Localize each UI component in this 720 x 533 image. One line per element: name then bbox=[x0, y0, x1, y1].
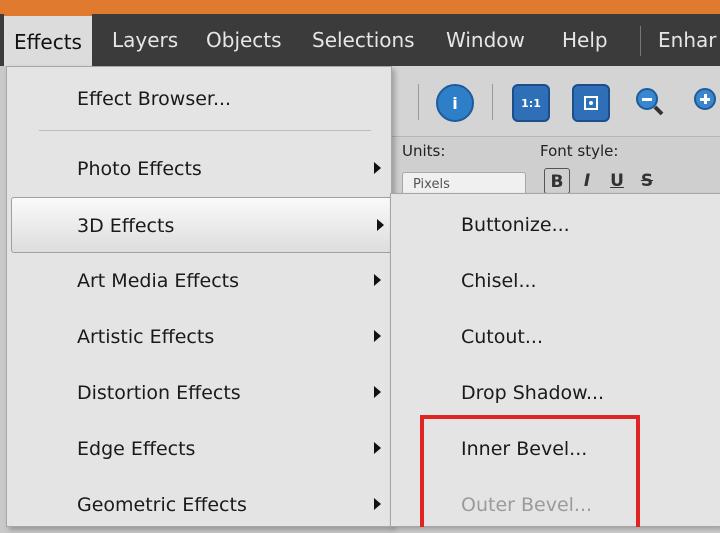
bold-button[interactable]: B bbox=[544, 168, 570, 194]
menu-item-label: Art Media Effects bbox=[77, 270, 239, 292]
menu-objects[interactable]: Objects bbox=[206, 14, 282, 66]
menu-item-geometric-effects[interactable]: Geometric Effects bbox=[7, 477, 391, 533]
submenu-item-buttonize[interactable]: Buttonize... bbox=[391, 197, 720, 253]
submenu-item-label: Chisel... bbox=[461, 270, 537, 292]
font-style-label: Font style: bbox=[540, 142, 619, 160]
menu-window[interactable]: Window bbox=[446, 14, 525, 66]
menu-item-artistic-effects[interactable]: Artistic Effects bbox=[7, 309, 391, 365]
menu-help[interactable]: Help bbox=[562, 14, 608, 66]
menu-item-label: Edge Effects bbox=[77, 438, 196, 460]
effects-menu: Effect Browser... Photo Effects 3D Effec… bbox=[6, 66, 395, 527]
italic-button[interactable]: I bbox=[574, 168, 600, 194]
submenu-arrow-icon bbox=[374, 386, 381, 398]
menu-item-label: Geometric Effects bbox=[77, 494, 247, 516]
menu-item-effect-browser[interactable]: Effect Browser... bbox=[7, 71, 391, 127]
menu-layers[interactable]: Layers bbox=[112, 14, 178, 66]
menu-selections[interactable]: Selections bbox=[312, 14, 415, 66]
strikethrough-button[interactable]: S bbox=[634, 168, 660, 194]
submenu-item-label: Cutout... bbox=[461, 326, 543, 348]
zoom-in-icon[interactable] bbox=[690, 84, 720, 118]
submenu-item-cutout[interactable]: Cutout... bbox=[391, 309, 720, 365]
menu-item-label: Distortion Effects bbox=[77, 382, 241, 404]
submenu-item-label: Buttonize... bbox=[461, 214, 570, 236]
zoom-out-icon[interactable] bbox=[632, 84, 666, 118]
menu-bar: Effects Layers Objects Selections Window… bbox=[0, 14, 720, 66]
submenu-arrow-icon bbox=[377, 219, 384, 231]
menu-item-distortion-effects[interactable]: Distortion Effects bbox=[7, 365, 391, 421]
units-label: Units: bbox=[402, 142, 446, 160]
toolbar-separator bbox=[492, 84, 493, 120]
menu-divider bbox=[39, 130, 371, 131]
submenu-arrow-icon bbox=[374, 330, 381, 342]
menubar-separator bbox=[640, 26, 641, 56]
menu-item-label: Artistic Effects bbox=[77, 326, 215, 348]
fit-window-icon[interactable] bbox=[572, 84, 610, 122]
menu-item-label: Effect Browser... bbox=[77, 88, 232, 110]
submenu-arrow-icon bbox=[374, 274, 381, 286]
submenu-arrow-icon bbox=[374, 498, 381, 510]
menu-item-3d-effects[interactable]: 3D Effects bbox=[11, 197, 395, 253]
menu-item-photo-effects[interactable]: Photo Effects bbox=[7, 141, 391, 197]
menu-item-label: Photo Effects bbox=[77, 158, 202, 180]
menu-item-label: 3D Effects bbox=[77, 215, 175, 237]
menu-item-art-media-effects[interactable]: Art Media Effects bbox=[7, 253, 391, 309]
underline-button[interactable]: U bbox=[604, 168, 630, 194]
window-top-accent bbox=[0, 0, 720, 14]
submenu-arrow-icon bbox=[374, 162, 381, 174]
menu-item-edge-effects[interactable]: Edge Effects bbox=[7, 421, 391, 477]
menu-enhance[interactable]: Enhar bbox=[658, 14, 716, 66]
annotation-highlight-box bbox=[420, 415, 640, 527]
submenu-item-chisel[interactable]: Chisel... bbox=[391, 253, 720, 309]
actual-size-icon[interactable]: 1:1 bbox=[512, 84, 550, 122]
menu-effects[interactable]: Effects bbox=[4, 14, 92, 66]
submenu-item-drop-shadow[interactable]: Drop Shadow... bbox=[391, 365, 720, 421]
submenu-arrow-icon bbox=[374, 442, 381, 454]
toolbar-separator bbox=[418, 84, 419, 120]
submenu-item-label: Drop Shadow... bbox=[461, 382, 605, 404]
info-icon[interactable]: i bbox=[436, 84, 474, 122]
